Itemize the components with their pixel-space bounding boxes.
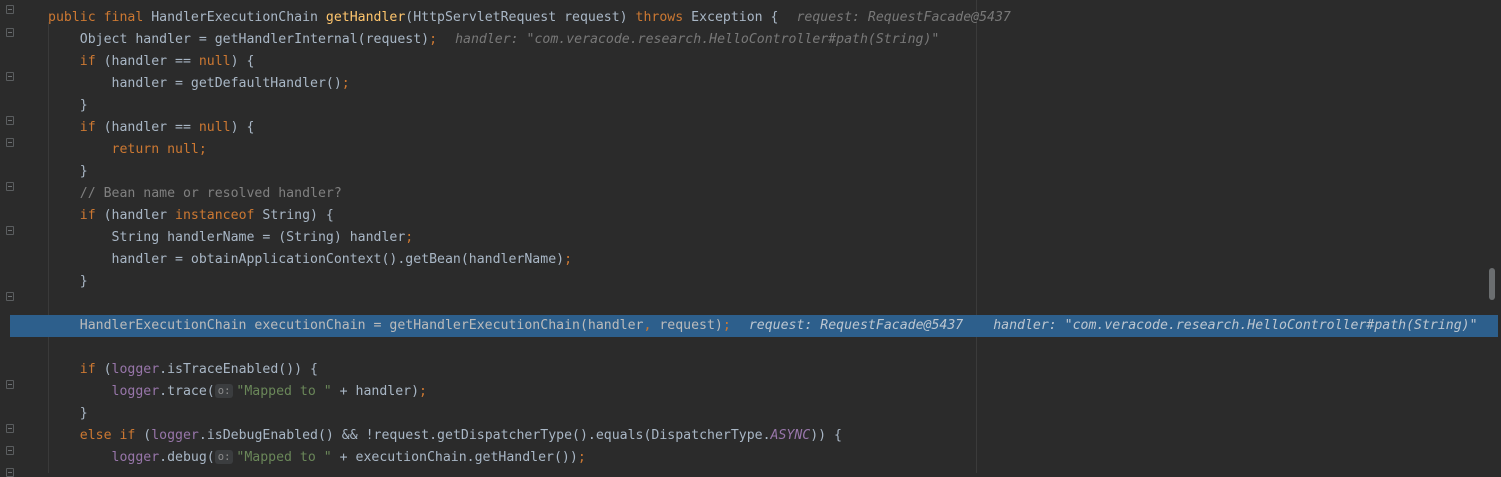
fold-marker-icon[interactable] [6,226,14,235]
code-line[interactable] [48,337,1501,359]
code-token: .isDebugEnabled() && !request.getDispatc… [198,428,771,443]
code-token: } [48,164,88,179]
code-line[interactable]: String handlerName = (String) handler; [48,227,1501,249]
code-token: if [48,362,104,377]
inline-debug-value: request: RequestFacade@5437 [796,10,1011,25]
code-line[interactable]: logger.debug(o: "Mapped to " + executionC… [48,447,1501,469]
code-token: null [198,54,231,69]
inline-debug-value: request: RequestFacade@5437 [748,318,964,333]
code-token: getHandler [325,10,406,25]
code-token: handler = obtainApplicationContext().get… [48,252,565,267]
code-token: if [48,208,104,223]
code-line[interactable]: if (logger.isTraceEnabled()) { [48,359,1501,381]
code-line[interactable]: logger.trace(o: "Mapped to " + handler); [48,381,1501,403]
fold-marker-icon[interactable] [6,138,14,147]
code-line[interactable]: // Bean name or resolved handler? [48,183,1501,205]
code-line[interactable]: handler = obtainApplicationContext().get… [48,249,1501,271]
code-token: handler = getDefaultHandler() [48,76,342,91]
code-token: (handler == [103,120,199,135]
execution-point-line[interactable]: HandlerExecutionChain executionChain = g… [10,315,1498,337]
code-token: (handler == [103,54,199,69]
code-token: ) { [230,54,255,69]
code-token: ) { [230,120,255,135]
code-token: ; [722,318,731,333]
code-line[interactable]: } [48,161,1501,183]
code-token: } [48,98,88,113]
code-line[interactable]: if (handler instanceof String) { [48,205,1501,227]
code-token: ASYNC [770,428,811,443]
code-line[interactable]: if (handler == null) { [48,117,1501,139]
code-token: if [48,120,104,135]
code-token: + executionChain.getHandler()) [339,450,578,465]
code-token: ; [429,32,438,47]
code-line[interactable]: public final HandlerExecutionChain getHa… [48,7,1501,29]
code-line[interactable]: } [48,403,1501,425]
code-token: , [643,318,660,333]
code-token: String) { [262,208,334,223]
code-token: } [48,274,88,289]
code-token: Object handler = getHandlerInternal(requ… [48,32,430,47]
code-token: )) { [810,428,842,443]
code-token: request) [659,318,723,333]
code-token: return null; [48,142,207,157]
inline-debug-value: handler: "com.veracode.research.HelloCon… [455,32,940,47]
code-token: ; [419,384,427,399]
fold-marker-icon[interactable] [6,182,14,191]
fold-marker-icon[interactable] [6,446,14,455]
code-token: .trace( [159,384,215,399]
code-token: (HttpServletRequest request) [405,10,636,25]
editor-gutter[interactable] [0,0,40,477]
code-token: logger [111,384,160,399]
code-line[interactable]: Object handler = getHandlerInternal(requ… [48,29,1501,51]
fold-marker-icon[interactable] [6,116,14,125]
string-literal: "Mapped to " [236,384,340,399]
code-token: ; [405,230,414,245]
code-token: (handler [103,208,176,223]
code-token: else if [48,428,144,443]
code-token: Exception { [691,10,779,25]
code-token: public final [48,10,152,25]
code-token: throws [635,10,692,25]
code-line[interactable]: if (handler == null) { [48,51,1501,73]
code-line[interactable]: } [48,271,1501,293]
code-comment: // Bean name or resolved handler? [48,186,342,201]
code-token: ; [564,252,573,267]
code-line[interactable]: return null; [48,139,1501,161]
code-token: + handler) [339,384,420,399]
fold-marker-icon[interactable] [6,72,14,81]
code-line[interactable] [48,293,1501,315]
parameter-name-hint: o: [214,384,234,398]
code-token: HandlerExecutionChain [151,10,326,25]
code-token: ( [103,362,112,377]
code-line[interactable]: } [48,95,1501,117]
code-token: if [48,54,104,69]
code-token: logger [111,450,160,465]
code-token: } [48,406,88,421]
inline-debug-value: handler: "com.veracode.research.HelloCon… [993,318,1478,333]
fold-marker-icon[interactable] [6,5,14,14]
code-token: String handlerName = (String) handler [48,230,406,245]
fold-marker-icon[interactable] [6,292,14,301]
fold-marker-icon[interactable] [6,380,14,389]
code-line[interactable]: handler = getDefaultHandler(); [48,73,1501,95]
code-token: HandlerExecutionChain executionChain = g… [48,318,644,333]
code-token: .isTraceEnabled()) { [159,362,318,377]
code-token: ; [577,450,586,465]
code-line[interactable]: else if (logger.isDebugEnabled() && !req… [48,425,1501,447]
code-token: instanceof [175,208,263,223]
vertical-scrollbar-thumb[interactable] [1489,268,1495,300]
fold-marker-icon[interactable] [6,28,14,37]
code-token: logger [111,362,160,377]
fold-marker-icon[interactable] [6,424,14,433]
parameter-name-hint: o: [214,450,234,464]
string-literal: "Mapped to " [236,450,340,465]
code-token: .debug( [159,450,215,465]
code-token: null [198,120,231,135]
code-token: logger [151,428,199,443]
code-token: ; [341,76,350,91]
